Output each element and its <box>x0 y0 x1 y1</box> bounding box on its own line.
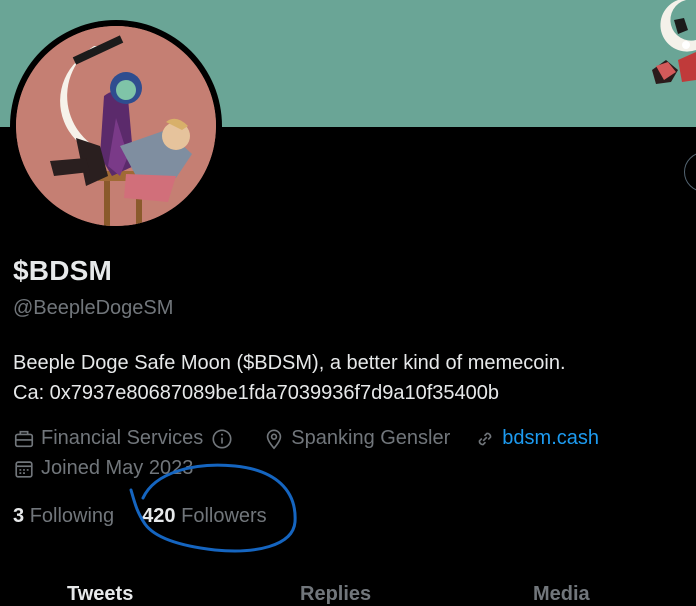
profile-bio: Beeple Doge Safe Moon ($BDSM), a better … <box>13 348 693 408</box>
joined-label: Joined May 2023 <box>41 457 194 479</box>
category-label: Financial Services <box>41 427 204 449</box>
location-label: Spanking Gensler <box>291 427 451 449</box>
meta-location: Spanking Gensler <box>263 427 450 450</box>
tab-replies[interactable]: Replies <box>300 583 371 606</box>
followers-link[interactable]: 420 Followers <box>142 505 267 528</box>
bio-line: Beeple Doge Safe Moon ($BDSM), a better … <box>13 352 566 374</box>
banner-illustration <box>652 0 696 84</box>
profile-avatar[interactable] <box>10 20 222 232</box>
profile-joined: Joined May 2023 <box>13 457 217 480</box>
following-label: Following <box>29 505 115 527</box>
follow-counts: 3 Following 420 Followers <box>13 505 295 528</box>
calendar-icon <box>15 460 33 478</box>
following-link[interactable]: 3 Following <box>13 505 114 528</box>
website-link[interactable]: bdsm.cash <box>502 427 599 450</box>
avatar-illustration <box>16 26 216 226</box>
info-icon[interactable] <box>211 428 233 450</box>
location-pin-icon <box>267 428 282 449</box>
display-name: $BDSM <box>13 255 113 286</box>
following-count: 3 <box>13 505 25 527</box>
meta-website[interactable]: bdsm.cash <box>474 427 599 450</box>
link-icon <box>478 432 492 445</box>
briefcase-icon <box>14 430 34 447</box>
profile-tabs: Tweets Replies Media <box>0 575 696 605</box>
tab-tweets[interactable]: Tweets <box>67 583 133 606</box>
followers-count: 420 <box>142 505 176 527</box>
meta-category: Financial Services <box>13 427 239 450</box>
followers-label: Followers <box>181 505 267 527</box>
profile-handle: @BeepleDogeSM <box>13 297 174 319</box>
profile-meta: Financial Services Spanking Gensler bdsm… <box>13 427 623 450</box>
meta-joined: Joined May 2023 <box>13 457 193 480</box>
bio-line: Ca: 0x7937e80687089be1fda7039936f7d9a10f… <box>13 382 500 404</box>
tab-media[interactable]: Media <box>533 583 590 606</box>
more-button-edge[interactable] <box>684 152 696 192</box>
